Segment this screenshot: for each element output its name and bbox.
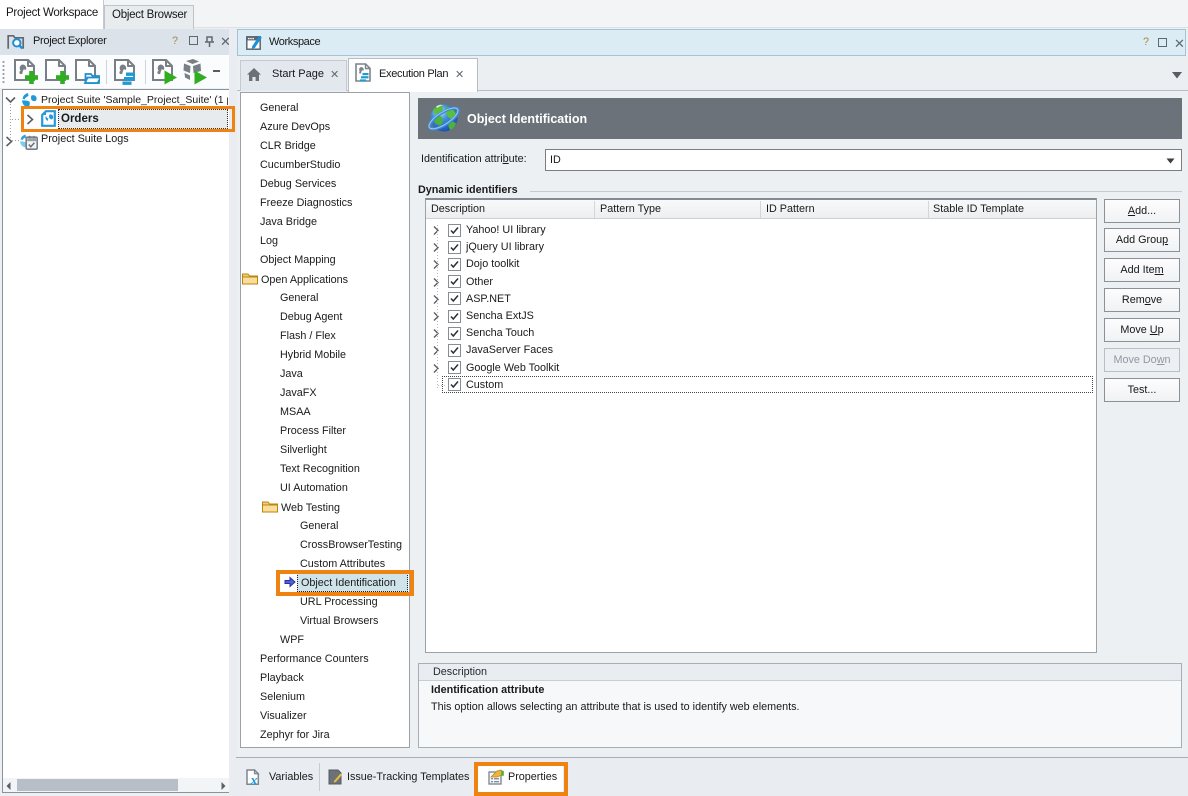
svg-text:x: x bbox=[250, 774, 258, 787]
